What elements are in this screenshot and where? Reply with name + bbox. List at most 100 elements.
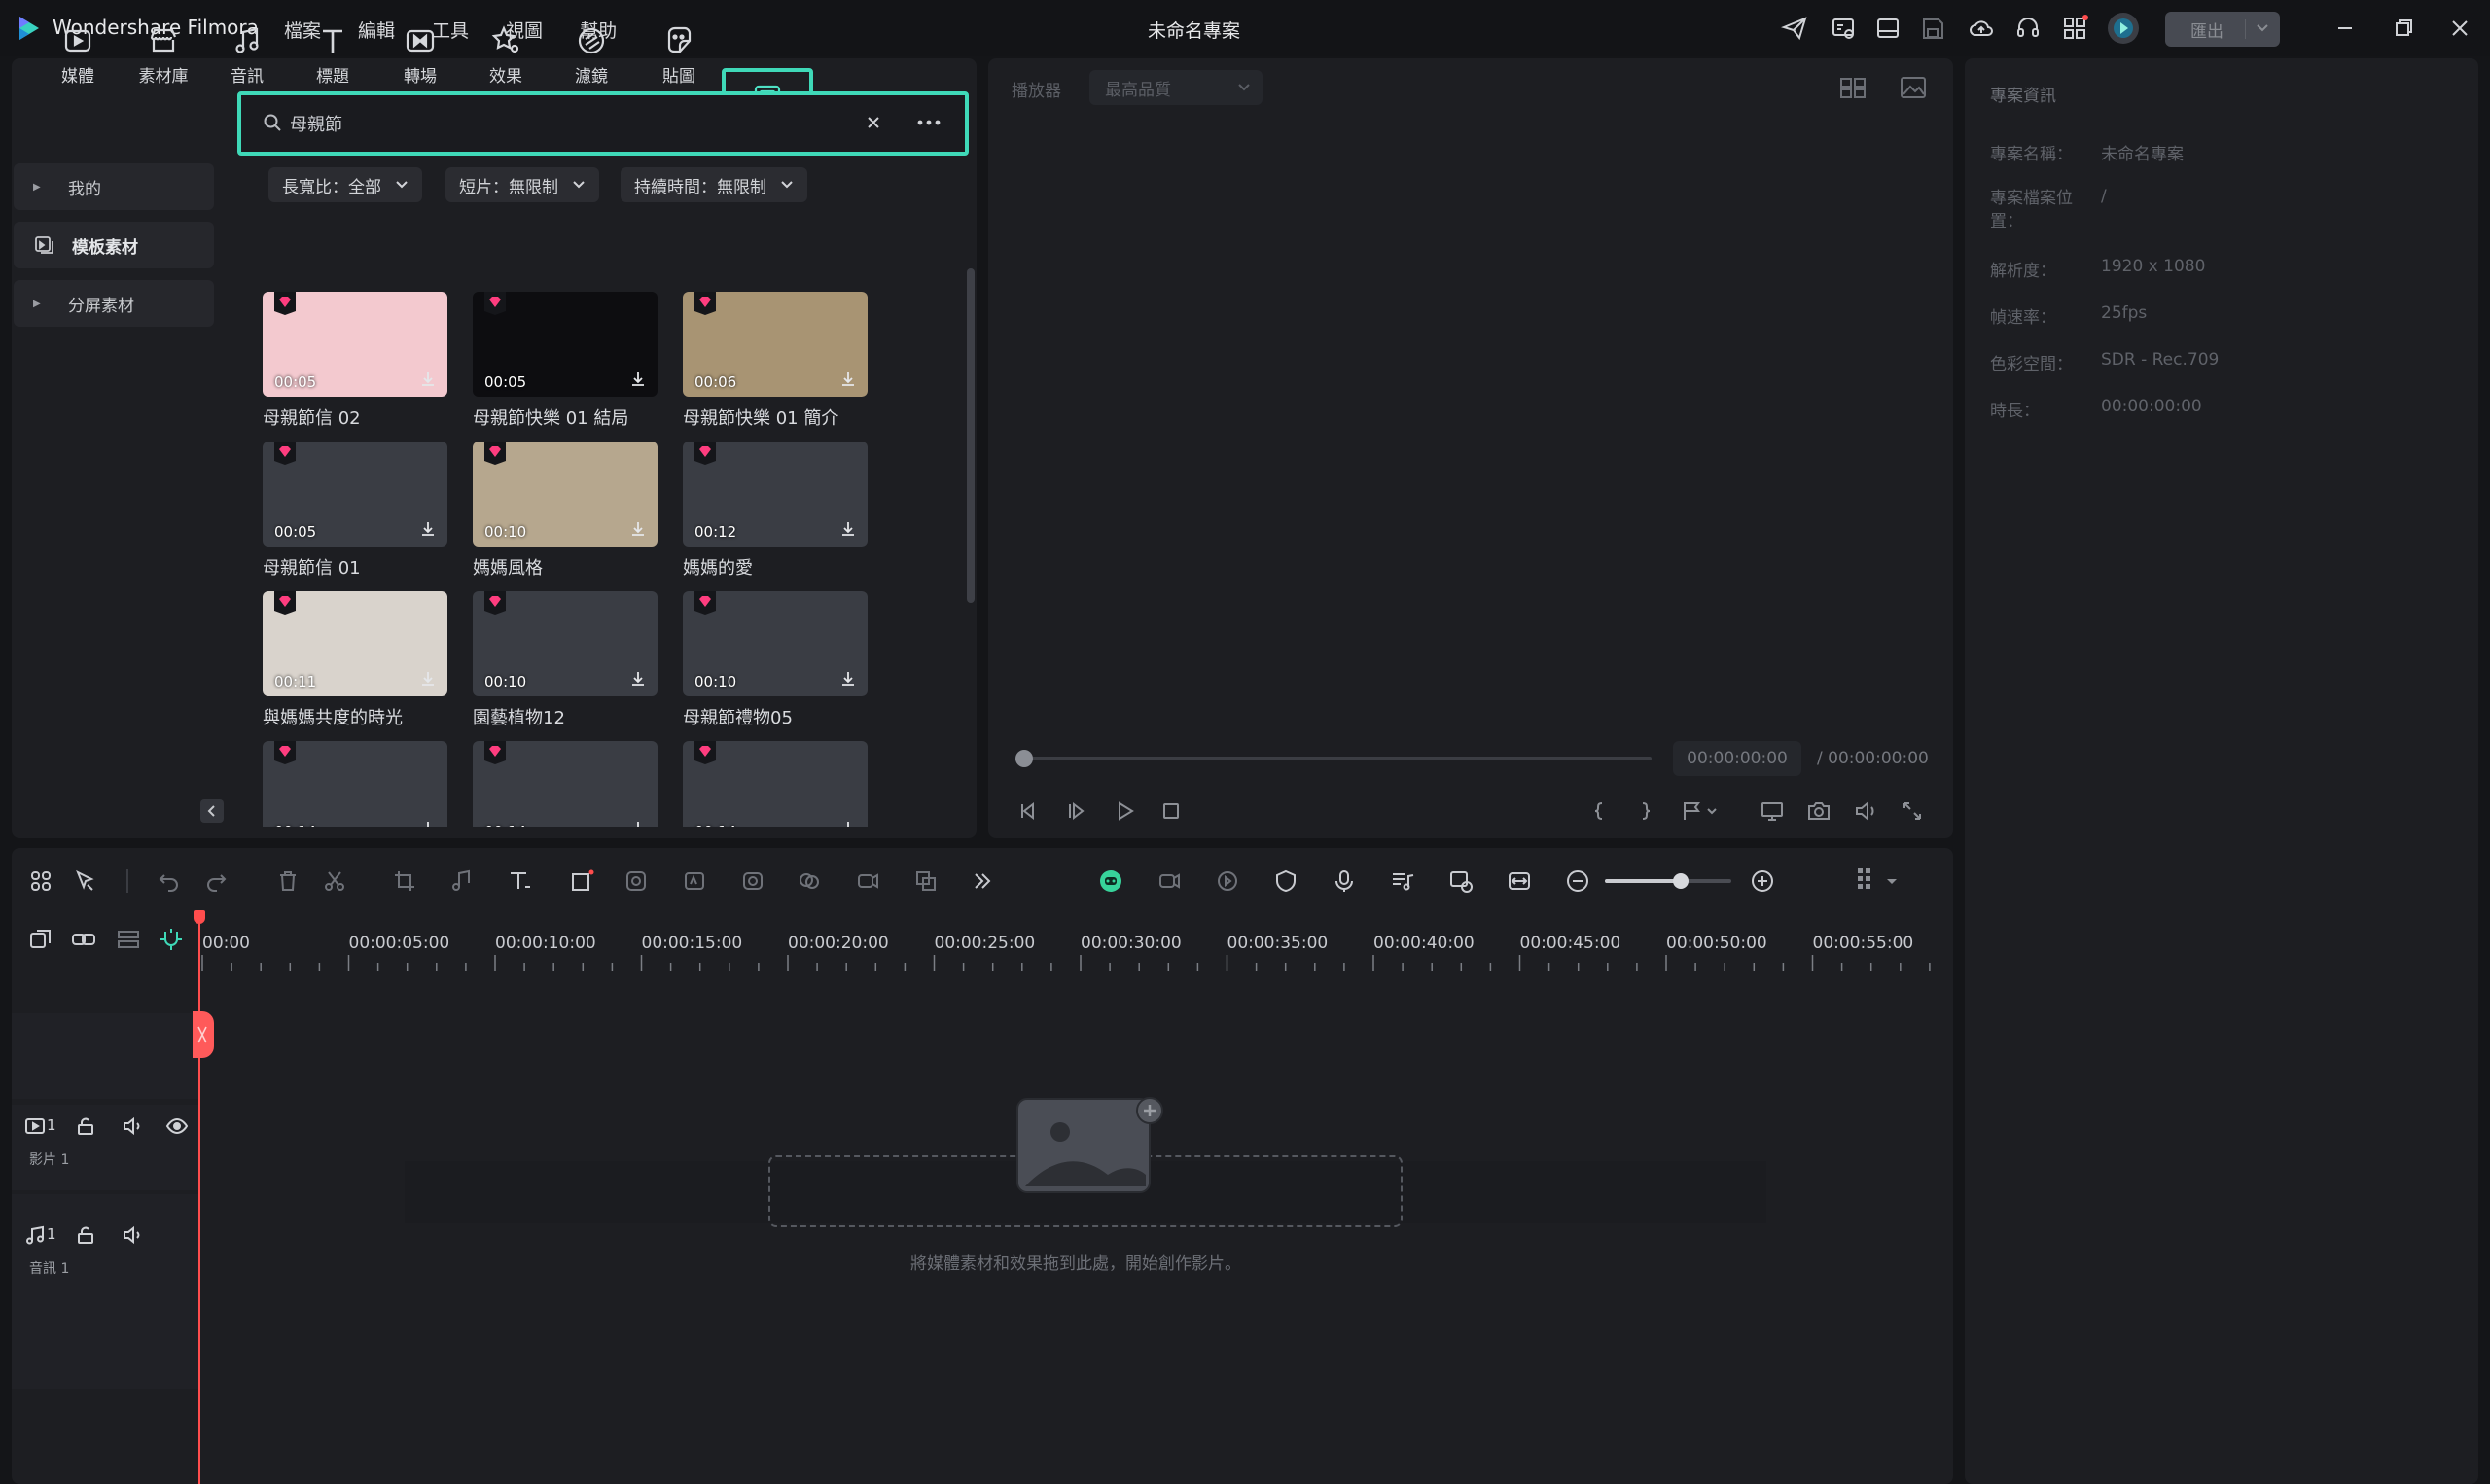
- keyframe-display-icon[interactable]: [1447, 867, 1475, 895]
- template-card[interactable]: 00:10 媽媽風格: [473, 442, 658, 580]
- template-thumbnail[interactable]: 00:14: [683, 741, 868, 827]
- download-icon[interactable]: [628, 669, 648, 689]
- lock-icon[interactable]: [74, 1114, 97, 1138]
- template-thumbnail[interactable]: 00:10: [473, 442, 658, 547]
- filter-duration[interactable]: 持續時間：無限制: [621, 167, 807, 202]
- mute-icon[interactable]: [121, 1114, 144, 1138]
- sidebar-item-template-assets[interactable]: 模板素材: [14, 222, 214, 268]
- download-icon[interactable]: [418, 519, 438, 539]
- search-input[interactable]: [290, 111, 835, 136]
- redo-icon[interactable]: [202, 867, 230, 895]
- sidebar-item-mine[interactable]: ▶ 我的: [14, 163, 214, 210]
- template-card[interactable]: 00:11 與媽媽共度的時光: [263, 591, 447, 729]
- snapshot-image-icon[interactable]: [1899, 74, 1928, 101]
- playhead-handle[interactable]: [194, 910, 205, 924]
- apps-grid-icon[interactable]: [2060, 14, 2089, 43]
- playhead-marker-tag[interactable]: [193, 1011, 214, 1058]
- download-icon[interactable]: [628, 819, 648, 827]
- render-icon[interactable]: [1829, 14, 1858, 43]
- template-card[interactable]: 00:10 園藝植物12: [473, 591, 658, 729]
- color-match-icon[interactable]: [622, 867, 650, 895]
- download-icon[interactable]: [838, 819, 858, 827]
- prev-frame-icon[interactable]: [1015, 797, 1043, 825]
- select-pointer-icon[interactable]: [72, 867, 99, 895]
- speed-icon[interactable]: [854, 867, 881, 895]
- template-thumbnail[interactable]: 00:05: [473, 292, 658, 397]
- zoom-slider-track[interactable]: [1605, 879, 1731, 883]
- download-icon[interactable]: [838, 370, 858, 389]
- download-icon[interactable]: [628, 370, 648, 389]
- lock-icon[interactable]: [74, 1223, 97, 1247]
- fullscreen-icon[interactable]: [1899, 797, 1926, 825]
- add-track-icon[interactable]: [27, 926, 54, 953]
- tab-filter[interactable]: 濾鏡: [552, 14, 630, 93]
- add-media-placeholder-icon[interactable]: [1015, 1097, 1167, 1194]
- quality-select[interactable]: 最高品質: [1089, 70, 1263, 105]
- template-thumbnail[interactable]: 00:12: [683, 442, 868, 547]
- download-icon[interactable]: [838, 519, 858, 539]
- play-icon[interactable]: [1111, 797, 1138, 825]
- clear-search-icon[interactable]: [864, 113, 883, 132]
- download-icon[interactable]: [628, 519, 648, 539]
- save-icon[interactable]: [1918, 14, 1947, 43]
- volume-icon[interactable]: [1852, 797, 1879, 825]
- cloud-icon[interactable]: [1967, 14, 1996, 43]
- tab-audio[interactable]: 音訊: [208, 14, 286, 93]
- tab-stock[interactable]: 素材庫: [124, 14, 202, 93]
- download-icon[interactable]: [838, 669, 858, 689]
- download-icon[interactable]: [418, 819, 438, 827]
- export-button[interactable]: 匯出: [2165, 12, 2280, 47]
- minimize-icon[interactable]: [2330, 14, 2360, 43]
- stop-icon[interactable]: [1157, 797, 1185, 825]
- fit-timeline-icon[interactable]: [1506, 867, 1533, 895]
- playback-progress-handle[interactable]: [1015, 750, 1033, 767]
- user-avatar[interactable]: [2107, 12, 2140, 45]
- template-thumbnail[interactable]: 00:05: [263, 292, 447, 397]
- more-tools-icon[interactable]: [969, 867, 996, 895]
- template-card[interactable]: 00:10 母親節禮物05: [683, 591, 868, 729]
- collapse-sidebar-button[interactable]: [200, 799, 224, 823]
- music-list-icon[interactable]: [1389, 867, 1416, 895]
- translate-icon[interactable]: [912, 867, 940, 895]
- record-icon[interactable]: [739, 867, 766, 895]
- grid-layout-icon[interactable]: [27, 867, 54, 895]
- template-thumbnail[interactable]: 00:14: [473, 741, 658, 827]
- ai-text-icon[interactable]: [681, 867, 708, 895]
- delete-icon[interactable]: [274, 867, 302, 895]
- template-card[interactable]: 00:14: [263, 741, 447, 827]
- layout-icon[interactable]: [1873, 14, 1903, 43]
- stabilize-icon[interactable]: [796, 867, 823, 895]
- filter-short-clip[interactable]: 短片：無限制: [445, 167, 599, 202]
- shield-icon[interactable]: [1272, 867, 1299, 895]
- download-icon[interactable]: [418, 669, 438, 689]
- template-thumbnail[interactable]: 00:10: [683, 591, 868, 696]
- template-card[interactable]: 00:14: [683, 741, 868, 827]
- template-card[interactable]: 00:12 媽媽的愛: [683, 442, 868, 580]
- zoom-out-icon[interactable]: [1564, 867, 1591, 895]
- motion-track-icon[interactable]: [1214, 867, 1241, 895]
- template-thumbnail[interactable]: 00:10: [473, 591, 658, 696]
- eye-icon[interactable]: [165, 1114, 189, 1138]
- mute-icon[interactable]: [121, 1223, 144, 1247]
- template-thumbnail[interactable]: 00:14: [263, 741, 447, 827]
- download-icon[interactable]: [418, 370, 438, 389]
- next-frame-icon[interactable]: [1064, 797, 1091, 825]
- track-layout-icon[interactable]: [115, 926, 142, 953]
- timeline-settings-icon[interactable]: [1854, 866, 1903, 897]
- auto-reframe-icon[interactable]: [1156, 867, 1183, 895]
- template-thumbnail[interactable]: 00:05: [263, 442, 447, 547]
- zoom-slider-handle[interactable]: [1673, 873, 1689, 889]
- template-thumbnail[interactable]: 00:06: [683, 292, 868, 397]
- mark-in-icon[interactable]: [1589, 797, 1609, 825]
- more-options-icon[interactable]: [916, 113, 942, 132]
- template-card[interactable]: 00:14: [473, 741, 658, 827]
- current-timecode[interactable]: 00:00:00:00: [1673, 741, 1801, 776]
- mark-out-icon[interactable]: [1636, 797, 1655, 825]
- shape-crop-icon[interactable]: [568, 867, 595, 895]
- link-icon[interactable]: [70, 926, 97, 953]
- template-card[interactable]: 00:06 母親節快樂 01 簡介: [683, 292, 868, 430]
- chevron-down-icon[interactable]: [2255, 18, 2270, 37]
- marker-dropdown-icon[interactable]: [1679, 797, 1722, 825]
- text-tool-icon[interactable]: [506, 867, 533, 895]
- search-box[interactable]: [237, 91, 969, 156]
